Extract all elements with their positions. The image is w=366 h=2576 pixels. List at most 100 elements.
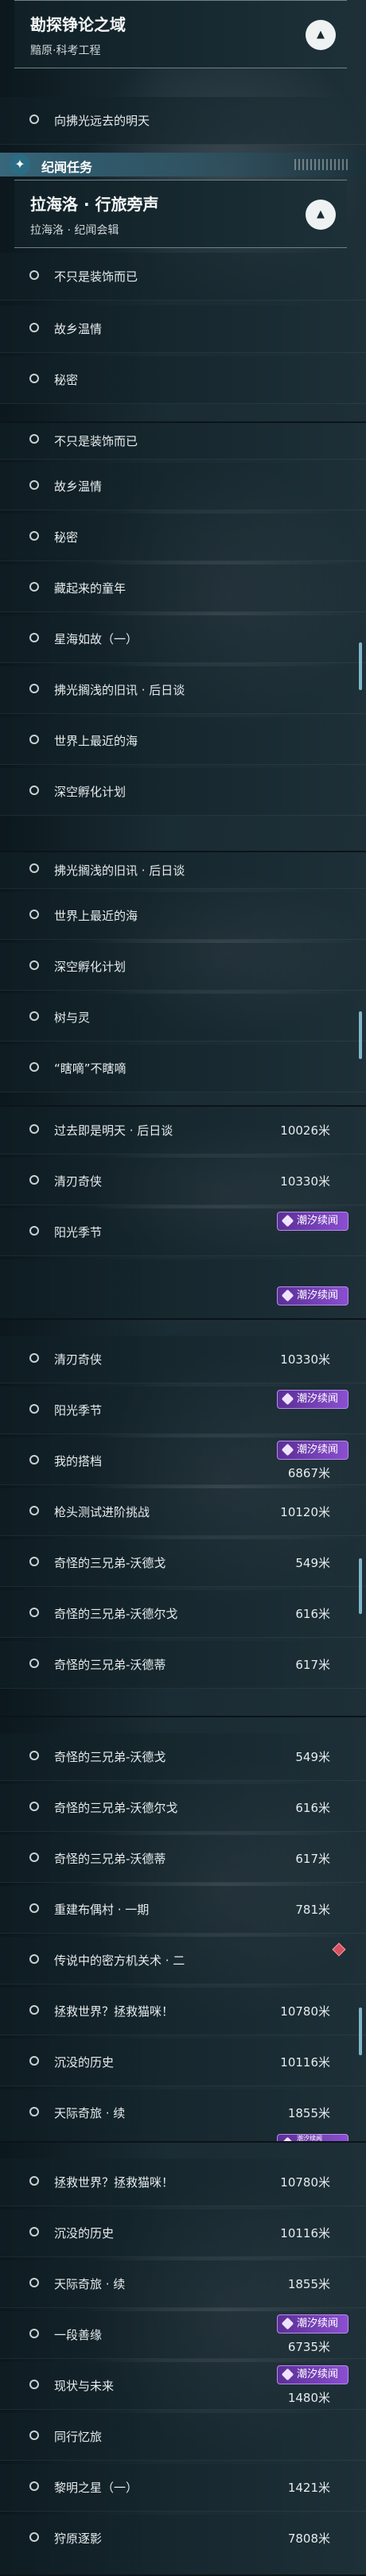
collapse-icon[interactable]: ▲: [306, 200, 336, 230]
collapse-icon[interactable]: ▲: [306, 20, 336, 50]
quest-name: 阳光季节: [54, 1225, 103, 1240]
quest-row[interactable]: 拂光搁浅的旧讯 · 后日谈: [0, 666, 366, 714]
quest-panel-7: 拯救世界？拯救猫咪！ 10780米 沉没的历史 10116米 天际奇旅 · 续 185…: [0, 2143, 366, 2576]
quest-row[interactable]: 沉没的历史 10116米: [0, 2039, 366, 2086]
quest-name: 深空孵化计划: [54, 785, 127, 799]
quest-row[interactable]: 奇怪的三兄弟-沃德戈 549米: [0, 1733, 366, 1781]
quest-row[interactable]: 同行忆旅: [0, 2413, 366, 2461]
quest-status-icon: [29, 2056, 39, 2066]
quest-status-icon: [29, 2329, 39, 2338]
quest-row[interactable]: 拯救世界？拯救猫咪！ 10780米: [0, 2159, 366, 2206]
quest-name: 过去即是明天 · 后日谈: [54, 1123, 173, 1138]
quest-distance: 617米: [295, 1852, 330, 1866]
quest-status-icon: [29, 2005, 39, 2015]
quest-distance: 10780米: [280, 2004, 330, 2019]
quest-row[interactable]: 不只是装饰而已: [0, 253, 366, 301]
quest-status-icon: [29, 480, 39, 490]
quest-row[interactable]: 拯救世界？拯救猫咪！ 10780米: [0, 1988, 366, 2035]
quest-name: 奇怪的三兄弟-沃德戈: [54, 1556, 166, 1570]
quest-status-icon: [29, 1903, 39, 1913]
quest-distance: 616米: [295, 1607, 330, 1621]
area-header[interactable]: 拉海洛 · 行旅旁声 拉海洛 · 纪闻会辑 ▲: [14, 180, 347, 248]
quest-panel-1: 勘探铮论之域 黯原·科考工程 ▲ 向拂光远去的明天 ✦ 纪闻任务 拉海洛 · 行…: [0, 0, 366, 423]
quest-row[interactable]: 星海如故（一）: [0, 615, 366, 663]
quest-distance: 1855米: [287, 2277, 330, 2291]
quest-distance: 549米: [295, 1556, 330, 1570]
quest-row[interactable]: 深空孵化计划: [0, 943, 366, 991]
quest-row[interactable]: 故乡温情: [0, 463, 366, 510]
quest-status-icon: [29, 1124, 39, 1134]
quest-status-icon: [29, 863, 39, 873]
quest-status-icon: [29, 2176, 39, 2186]
quest-row[interactable]: 枪头测试进阶挑战 10120米: [0, 1488, 366, 1536]
scrollbar-thumb[interactable]: [359, 1558, 362, 1614]
quest-name: 故乡温情: [54, 322, 103, 336]
quest-row[interactable]: 天际奇旅 · 续 1855米 潮汐续闻: [0, 2089, 366, 2143]
quest-distance: 6735米: [287, 2340, 330, 2354]
quest-row[interactable]: 传说中的密方机关术 · 二: [0, 1937, 366, 1984]
quest-row[interactable]: 奇怪的三兄弟-沃德蒂 617米: [0, 1641, 366, 1689]
quest-row[interactable]: 拂光搁浅的旧讯 · 后日谈: [0, 852, 366, 889]
quest-status-icon: [29, 1011, 39, 1021]
quest-row[interactable]: 阳光季节 潮汐续闻: [0, 1387, 366, 1434]
quest-row[interactable]: 不只是装饰而已: [0, 423, 366, 460]
quest-name: 阳光季节: [54, 1403, 103, 1418]
section-label: 纪闻任务: [41, 160, 93, 175]
quest-row[interactable]: 故乡温情: [0, 305, 366, 353]
quest-status-icon: [29, 735, 39, 744]
quest-name: 世界上最近的海: [54, 909, 138, 923]
quest-row[interactable]: 深空孵化计划: [0, 768, 366, 816]
quest-row[interactable]: 奇怪的三兄弟-沃德蒂 617米: [0, 1835, 366, 1883]
quest-row[interactable]: 藏起来的童年: [0, 564, 366, 612]
quest-row[interactable]: 向拂光远去的明天: [0, 97, 366, 145]
quest-row[interactable]: 现状与未来 潮汐续闻 1480米: [0, 2362, 366, 2410]
tidal-badge: 潮汐续闻: [277, 2134, 348, 2143]
quest-row[interactable]: 重建布偶村 · 一期 781米: [0, 1886, 366, 1934]
quest-row[interactable]: 清刃奇侠 10330米: [0, 1158, 366, 1205]
quest-row[interactable]: 我的搭档 潮汐续闻 6867米: [0, 1437, 366, 1485]
quest-row[interactable]: 天际奇旅 · 续 1855米: [0, 2260, 366, 2308]
scrollbar-thumb[interactable]: [359, 1011, 362, 1059]
area-subtitle: 拉海洛 · 纪闻会辑: [30, 224, 119, 237]
quest-status-icon: [29, 1455, 39, 1465]
region-header[interactable]: 勘探铮论之域 黯原·科考工程 ▲: [14, 0, 347, 68]
quest-row[interactable]: 一段善缘 潮汐续闻 6735米: [0, 2311, 366, 2359]
quest-status-icon: [29, 270, 39, 280]
quest-row[interactable]: 沉没的历史 10116米: [0, 2209, 366, 2257]
quest-row[interactable]: 阳光季节 潮汐续闻: [0, 1208, 366, 1256]
quest-status-icon: [29, 114, 39, 124]
tidal-badge: 潮汐续闻: [277, 1390, 348, 1409]
quest-name: 世界上最近的海: [54, 734, 138, 748]
quest-row[interactable]: 世界上最近的海: [0, 892, 366, 940]
quest-row[interactable]: 奇怪的三兄弟-沃德尔戈 616米: [0, 1784, 366, 1832]
quest-row[interactable]: 秘密: [0, 514, 366, 561]
tidal-badge: 潮汐续闻: [277, 1286, 348, 1305]
quest-row[interactable]: 过去即是明天 · 后日谈 10026米: [0, 1107, 366, 1154]
quest-name: 天际奇旅 · 续: [54, 2277, 126, 2291]
scrollbar-thumb[interactable]: [359, 2008, 362, 2055]
quest-row[interactable]: 潮汐续闻: [0, 1259, 366, 1320]
quest-name: 清刃奇侠: [54, 1174, 103, 1189]
quest-status-icon: [29, 1852, 39, 1862]
quest-row[interactable]: 世界上最近的海: [0, 717, 366, 765]
section-header-story-quests: ✦ 纪闻任务: [0, 153, 366, 177]
quest-row[interactable]: 秘密: [0, 356, 366, 404]
quest-row[interactable]: 清刃奇侠 10330米: [0, 1336, 366, 1383]
quest-row[interactable]: 奇怪的三兄弟-沃德戈 549米: [0, 1539, 366, 1587]
quest-status-icon: [29, 323, 39, 332]
tidal-badge: 潮汐续闻: [277, 2365, 348, 2384]
quest-status-icon: [29, 2107, 39, 2116]
quest-status-icon: [29, 2380, 39, 2389]
quest-row[interactable]: 树与灵: [0, 994, 366, 1042]
quest-row[interactable]: 奇怪的三兄弟-沃德尔戈 616米: [0, 1590, 366, 1638]
quest-row[interactable]: 黎明之星（一） 1421米: [0, 2464, 366, 2512]
quest-distance: 6867米: [287, 1466, 330, 1480]
quest-distance: 1421米: [287, 2481, 330, 2495]
quest-status-icon: [29, 1658, 39, 1668]
scrollbar-thumb[interactable]: [359, 642, 362, 690]
region-title: 勘探铮论之域: [30, 15, 126, 34]
quest-row[interactable]: 狩原逐影 7808米: [0, 2515, 366, 2576]
quest-row[interactable]: “瞎嘀”不瞎嘀: [0, 1045, 366, 1092]
quest-status-icon: [29, 960, 39, 970]
quest-distance: 10116米: [280, 2226, 330, 2240]
